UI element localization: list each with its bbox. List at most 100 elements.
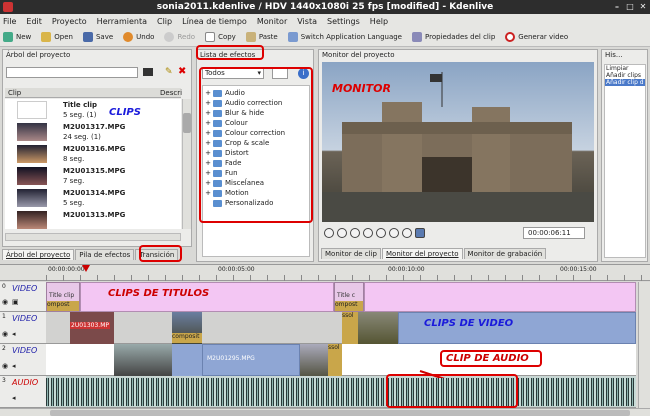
speaker-icon[interactable]: ◂: [12, 330, 16, 338]
column-description[interactable]: Descri: [160, 89, 182, 97]
track-header-video-0[interactable]: 0 VIDEO ◉ ▣: [0, 282, 46, 312]
new-label: New: [16, 33, 32, 41]
tab-effect-stack[interactable]: Pila de efectos: [75, 249, 135, 260]
track-number: 1: [2, 313, 6, 320]
tab-clip-monitor[interactable]: Monitor de clip: [321, 248, 381, 259]
clip-row[interactable]: Title clip 5 seg. (1): [5, 99, 181, 121]
previous-frame-icon[interactable]: [350, 228, 360, 238]
menu-herramienta[interactable]: Herramienta: [97, 17, 147, 26]
speaker-icon[interactable]: ◂: [12, 362, 16, 370]
menu-linea-tiempo[interactable]: Línea de tiempo: [182, 17, 247, 26]
clip-row[interactable]: M2U01316.MPG 8 seg.: [5, 143, 181, 165]
composite-transition[interactable]: ompost: [335, 301, 363, 311]
menu-vista[interactable]: Vista: [297, 17, 317, 26]
clip-info: 7 seg.: [63, 177, 85, 185]
save-button[interactable]: Save: [82, 32, 113, 42]
timeline-ruler[interactable]: 00:00:00:00 00:00:05:00 00:00:10:00 00:0…: [0, 264, 650, 281]
history-item[interactable]: Limpiar: [605, 65, 645, 72]
menu-clip[interactable]: Clip: [157, 17, 172, 26]
clip-row[interactable]: M2U01314.MPG 5 seg.: [5, 187, 181, 209]
volume-icon[interactable]: [415, 228, 425, 238]
previous-marker-icon[interactable]: [337, 228, 347, 238]
eye-icon[interactable]: ◉: [2, 298, 8, 306]
tab-project-tree[interactable]: Árbol del proyecto: [2, 249, 75, 260]
menu-settings[interactable]: Settings: [327, 17, 360, 26]
title-clip-1[interactable]: Title clip ompost: [46, 282, 80, 312]
video-clip-m1313[interactable]: 2U01303.MP: [70, 312, 114, 344]
menu-edit[interactable]: Edit: [26, 17, 42, 26]
clip-row[interactable]: M2U01313.MPG: [5, 209, 181, 229]
menu-file[interactable]: File: [3, 17, 16, 26]
dissolve-transition[interactable]: ssol: [328, 344, 342, 376]
next-frame-icon[interactable]: [376, 228, 386, 238]
clip-properties-button[interactable]: Propiedades del clip: [412, 32, 495, 42]
clip-list-hscrollbar[interactable]: [5, 233, 181, 241]
menu-help[interactable]: Help: [370, 17, 388, 26]
dissolve-transition[interactable]: ssol: [342, 312, 358, 344]
video-clip-track2-a[interactable]: [114, 344, 172, 376]
eye-icon[interactable]: ◉: [2, 362, 8, 370]
open-button[interactable]: Open: [41, 32, 73, 42]
transition-label: ssol: [328, 344, 340, 351]
clip-info: 8 seg.: [63, 155, 85, 163]
copy-button[interactable]: Copy: [205, 32, 236, 42]
ruler-label: 00:00:00:00: [48, 266, 85, 273]
clip-row[interactable]: M2U01315.MPG 7 seg.: [5, 165, 181, 187]
menu-monitor[interactable]: Monitor: [257, 17, 287, 26]
undo-button[interactable]: Undo: [123, 32, 154, 42]
timeline-vscrollbar[interactable]: [638, 282, 650, 408]
timecode-field[interactable]: 00:00:06:11: [523, 227, 585, 239]
close-window-icon[interactable]: ✕: [638, 2, 648, 12]
history-item-selected[interactable]: Añadir clip d: [605, 79, 645, 86]
switch-language-label: Switch Application Language: [300, 33, 402, 41]
project-search-input[interactable]: [6, 67, 138, 78]
column-clip[interactable]: Clip: [8, 89, 21, 97]
video-clip-m1295[interactable]: M2U01295.MPG: [202, 344, 300, 376]
video-preview[interactable]: MONITOR: [322, 62, 594, 222]
delete-clip-icon[interactable]: ✖: [178, 66, 188, 77]
history-item[interactable]: Añadir clips: [605, 72, 645, 79]
lock-icon[interactable]: ▣: [12, 298, 19, 306]
redo-button[interactable]: Redo: [164, 32, 195, 42]
menu-proyecto[interactable]: Proyecto: [52, 17, 87, 26]
speaker-icon[interactable]: ◂: [12, 394, 16, 402]
tab-record-monitor[interactable]: Monitor de grabación: [463, 248, 547, 259]
edit-clip-icon[interactable]: ✎: [165, 67, 174, 77]
rewind-icon[interactable]: [324, 228, 334, 238]
video-clip-thumb[interactable]: composit: [172, 312, 202, 344]
composite-transition[interactable]: ompost: [47, 301, 79, 311]
annotation-clips: CLIPS: [109, 107, 141, 118]
play-icon[interactable]: [363, 228, 373, 238]
next-marker-icon[interactable]: [389, 228, 399, 238]
timeline-hscrollbar[interactable]: [0, 408, 650, 416]
minimize-icon[interactable]: –: [612, 2, 622, 12]
forward-icon[interactable]: [402, 228, 412, 238]
clip-list-scrollbar[interactable]: [182, 99, 191, 229]
video-clip-thumb-2[interactable]: ssol: [342, 312, 398, 344]
tab-project-monitor[interactable]: Monitor del proyecto: [382, 248, 463, 259]
maximize-icon[interactable]: □: [625, 2, 635, 12]
track-header-video-1[interactable]: 1 VIDEO ◉ ◂: [0, 312, 46, 344]
title-clip-2[interactable]: Title c ompost: [334, 282, 364, 312]
video-thumbnail: [17, 145, 47, 163]
annotation-monitor: MONITOR: [332, 82, 391, 95]
title-clip-long-2[interactable]: [364, 282, 636, 312]
audio-clip-waveform[interactable]: [46, 378, 636, 406]
paste-button[interactable]: Paste: [245, 32, 278, 42]
new-button[interactable]: New: [3, 32, 31, 42]
eye-icon[interactable]: ◉: [2, 330, 8, 338]
clip-label: 2U01303.MP: [70, 322, 110, 329]
undo-icon: [123, 32, 134, 42]
playhead-icon[interactable]: [82, 265, 90, 272]
clip-row[interactable]: M2U01317.MPG 24 seg. (1): [5, 121, 181, 143]
track-header-audio-3[interactable]: 3 AUDIO ◂: [0, 376, 46, 408]
composite-transition[interactable]: composit: [172, 333, 202, 343]
history-panel: His... Limpiar Añadir clips Añadir clip …: [601, 49, 648, 262]
video-clip-track2-c[interactable]: ssol: [300, 344, 342, 376]
render-button[interactable]: Generar video: [505, 32, 568, 42]
kdenlive-app-icon: [3, 2, 13, 12]
video-clip-track2-b[interactable]: [172, 344, 202, 376]
track-header-video-2[interactable]: 2 VIDEO ◉ ◂: [0, 344, 46, 376]
switch-language-button[interactable]: Switch Application Language: [287, 32, 402, 42]
add-clip-icon[interactable]: [143, 68, 153, 76]
